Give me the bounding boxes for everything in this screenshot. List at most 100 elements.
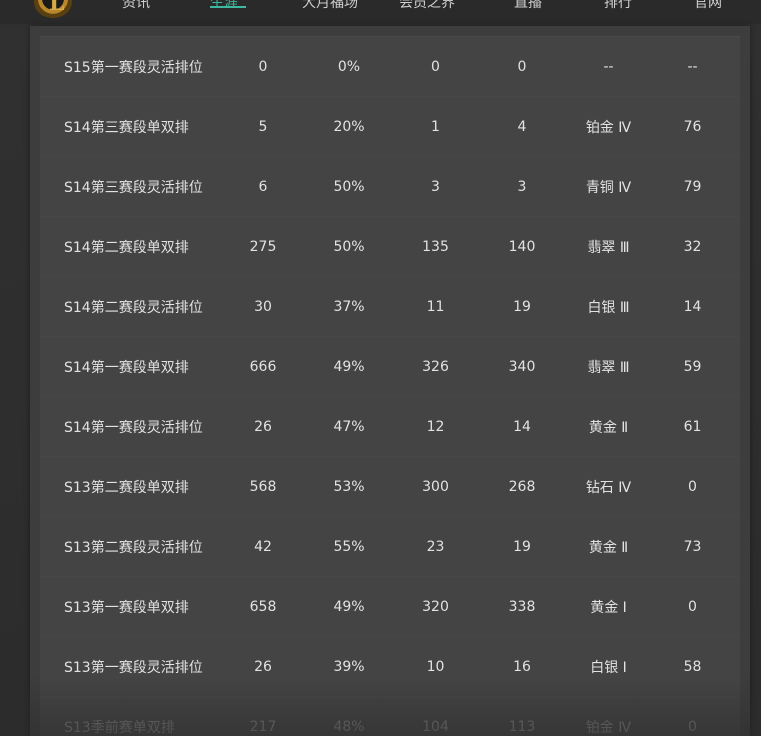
total-games-cell: 42 [227,516,299,577]
total-games-cell: 275 [227,216,299,277]
career-page: L 资讯 生涯 大月福场 会员之界 直播 排行 官网 S15第一赛段灵活排位00… [0,0,761,736]
season-stats-row[interactable]: S13季前赛单双排 217 48% 104 113 铂金 Ⅳ0 [40,696,740,736]
season-stats-table-container[interactable]: S15第一赛段灵活排位 0 0% 0 0 -- -- S14第三赛段单双排 5 20% 1 4 铂金 Ⅳ… [40,36,740,736]
season-name-cell: S14第二赛段单双排 [40,216,227,277]
rank-tier-cell: 铂金 Ⅳ [572,96,645,157]
losses-cell: 19 [472,276,572,337]
season-name-cell: S13第二赛段灵活排位 [40,516,227,577]
season-stats-row[interactable]: S14第三赛段灵活排位 6 50% 3 3 青铜 Ⅳ 79 [40,156,740,217]
rank-tier-cell: 黄金 Ⅱ [572,396,645,457]
wins-cell: 300 [399,456,472,517]
league-points-cell: 79 [645,156,740,217]
wins-cell: 12 [399,396,472,457]
wins-cell: 1 [399,96,472,157]
wins-cell: 320 [399,576,472,637]
wins-cell: 0 [399,37,472,97]
nav-item-ranking[interactable]: 排行 [604,0,632,12]
total-games-cell: 6 [227,156,299,217]
nav-item-news[interactable]: 资讯 [122,0,150,12]
season-stats-row[interactable]: S14第一赛段单双排 666 49% 326 340 翡翠 Ⅲ 59 [40,336,740,397]
win-rate-cell: 53% [299,456,399,517]
season-stats-row[interactable]: S13第一赛段单双排 658 49% 320 338 黄金 Ⅰ0 [40,576,740,637]
win-rate-cell: 55% [299,516,399,577]
league-points-cell: -- [645,37,740,97]
losses-cell: 338 [472,576,572,637]
total-games-cell: 217 [227,696,299,736]
season-name-cell: S13第一赛段单双排 [40,576,227,637]
nav-item-live[interactable]: 直播 [514,0,542,12]
season-name-cell: S14第三赛段单双排 [40,96,227,157]
league-points-cell: 76 [645,96,740,157]
season-stats-row[interactable]: S13第二赛段灵活排位 42 55% 23 19 黄金 Ⅱ 73 [40,516,740,577]
season-stats-row[interactable]: S14第二赛段灵活排位 30 37% 11 19 白银 Ⅲ 14 [40,276,740,337]
season-stats-row[interactable]: S14第一赛段灵活排位 26 47% 12 14 黄金 Ⅱ 61 [40,396,740,457]
losses-cell: 19 [472,516,572,577]
season-name-cell: S13第一赛段灵活排位 [40,636,227,697]
total-games-cell: 30 [227,276,299,337]
total-games-cell: 5 [227,96,299,157]
league-points-cell: 0 [645,456,740,517]
season-stats-row[interactable]: S15第一赛段灵活排位 0 0% 0 0 -- -- [40,37,740,97]
total-games-cell: 0 [227,37,299,97]
win-rate-cell: 37% [299,276,399,337]
rank-tier-cell: 白银 Ⅲ [572,276,645,337]
rank-tier-cell: 白银 Ⅰ [572,636,645,697]
rank-tier-cell: 黄金 Ⅰ [572,576,645,637]
win-rate-cell: 49% [299,336,399,397]
top-navigation-bar: L 资讯 生涯 大月福场 会员之界 直播 排行 官网 [0,0,761,24]
season-stats-row[interactable]: S13第一赛段灵活排位 26 39% 10 16 白银 Ⅰ 58 [40,636,740,697]
rank-tier-cell: 铂金 Ⅳ [572,696,645,736]
league-points-cell: 32 [645,216,740,277]
season-name-cell: S13第二赛段单双排 [40,456,227,517]
league-points-cell: 59 [645,336,740,397]
losses-cell: 3 [472,156,572,217]
rank-tier-cell: 青铜 Ⅳ [572,156,645,217]
season-name-cell: S15第一赛段灵活排位 [40,37,227,97]
win-rate-cell: 48% [299,696,399,736]
nav-item-official-site[interactable]: 官网 [694,0,722,12]
win-rate-cell: 47% [299,396,399,457]
league-points-cell: 0 [645,576,740,637]
nav-item-membership[interactable]: 会员之界 [399,0,455,12]
rank-tier-cell: 黄金 Ⅱ [572,516,645,577]
win-rate-cell: 39% [299,636,399,697]
wins-cell: 11 [399,276,472,337]
wins-cell: 23 [399,516,472,577]
season-name-cell: S14第一赛段灵活排位 [40,396,227,457]
losses-cell: 340 [472,336,572,397]
losses-cell: 4 [472,96,572,157]
league-points-cell: 61 [645,396,740,457]
total-games-cell: 658 [227,576,299,637]
league-points-cell: 14 [645,276,740,337]
total-games-cell: 26 [227,396,299,457]
losses-cell: 0 [472,37,572,97]
wins-cell: 104 [399,696,472,736]
win-rate-cell: 50% [299,216,399,277]
losses-cell: 140 [472,216,572,277]
league-points-cell: 0 [645,696,740,736]
league-points-cell: 73 [645,516,740,577]
season-stats-table: S15第一赛段灵活排位 0 0% 0 0 -- -- S14第三赛段单双排 5 20% 1 4 铂金 Ⅳ… [40,37,740,736]
wins-cell: 10 [399,636,472,697]
season-stats-panel: S15第一赛段灵活排位 0 0% 0 0 -- -- S14第三赛段单双排 5 20% 1 4 铂金 Ⅳ… [30,26,750,736]
nav-item-welfare[interactable]: 大月福场 [302,0,358,12]
wins-cell: 326 [399,336,472,397]
losses-cell: 113 [472,696,572,736]
season-name-cell: S14第二赛段灵活排位 [40,276,227,337]
win-rate-cell: 49% [299,576,399,637]
season-stats-row[interactable]: S14第三赛段单双排 5 20% 1 4 铂金 Ⅳ 76 [40,96,740,157]
losses-cell: 268 [472,456,572,517]
rank-tier-cell: 翡翠 Ⅲ [572,336,645,397]
losses-cell: 16 [472,636,572,697]
wins-cell: 3 [399,156,472,217]
total-games-cell: 568 [227,456,299,517]
losses-cell: 14 [472,396,572,457]
season-stats-row[interactable]: S13第二赛段单双排 568 53% 300 268 钻石 Ⅳ0 [40,456,740,517]
season-name-cell: S14第一赛段单双排 [40,336,227,397]
season-name-cell: S14第三赛段灵活排位 [40,156,227,217]
logo-letter: L [49,0,65,16]
season-stats-row[interactable]: S14第二赛段单双排 275 50% 135 140 翡翠 Ⅲ 32 [40,216,740,277]
active-tab-indicator [210,6,246,8]
wins-cell: 135 [399,216,472,277]
season-name-cell: S13季前赛单双排 [40,696,227,736]
